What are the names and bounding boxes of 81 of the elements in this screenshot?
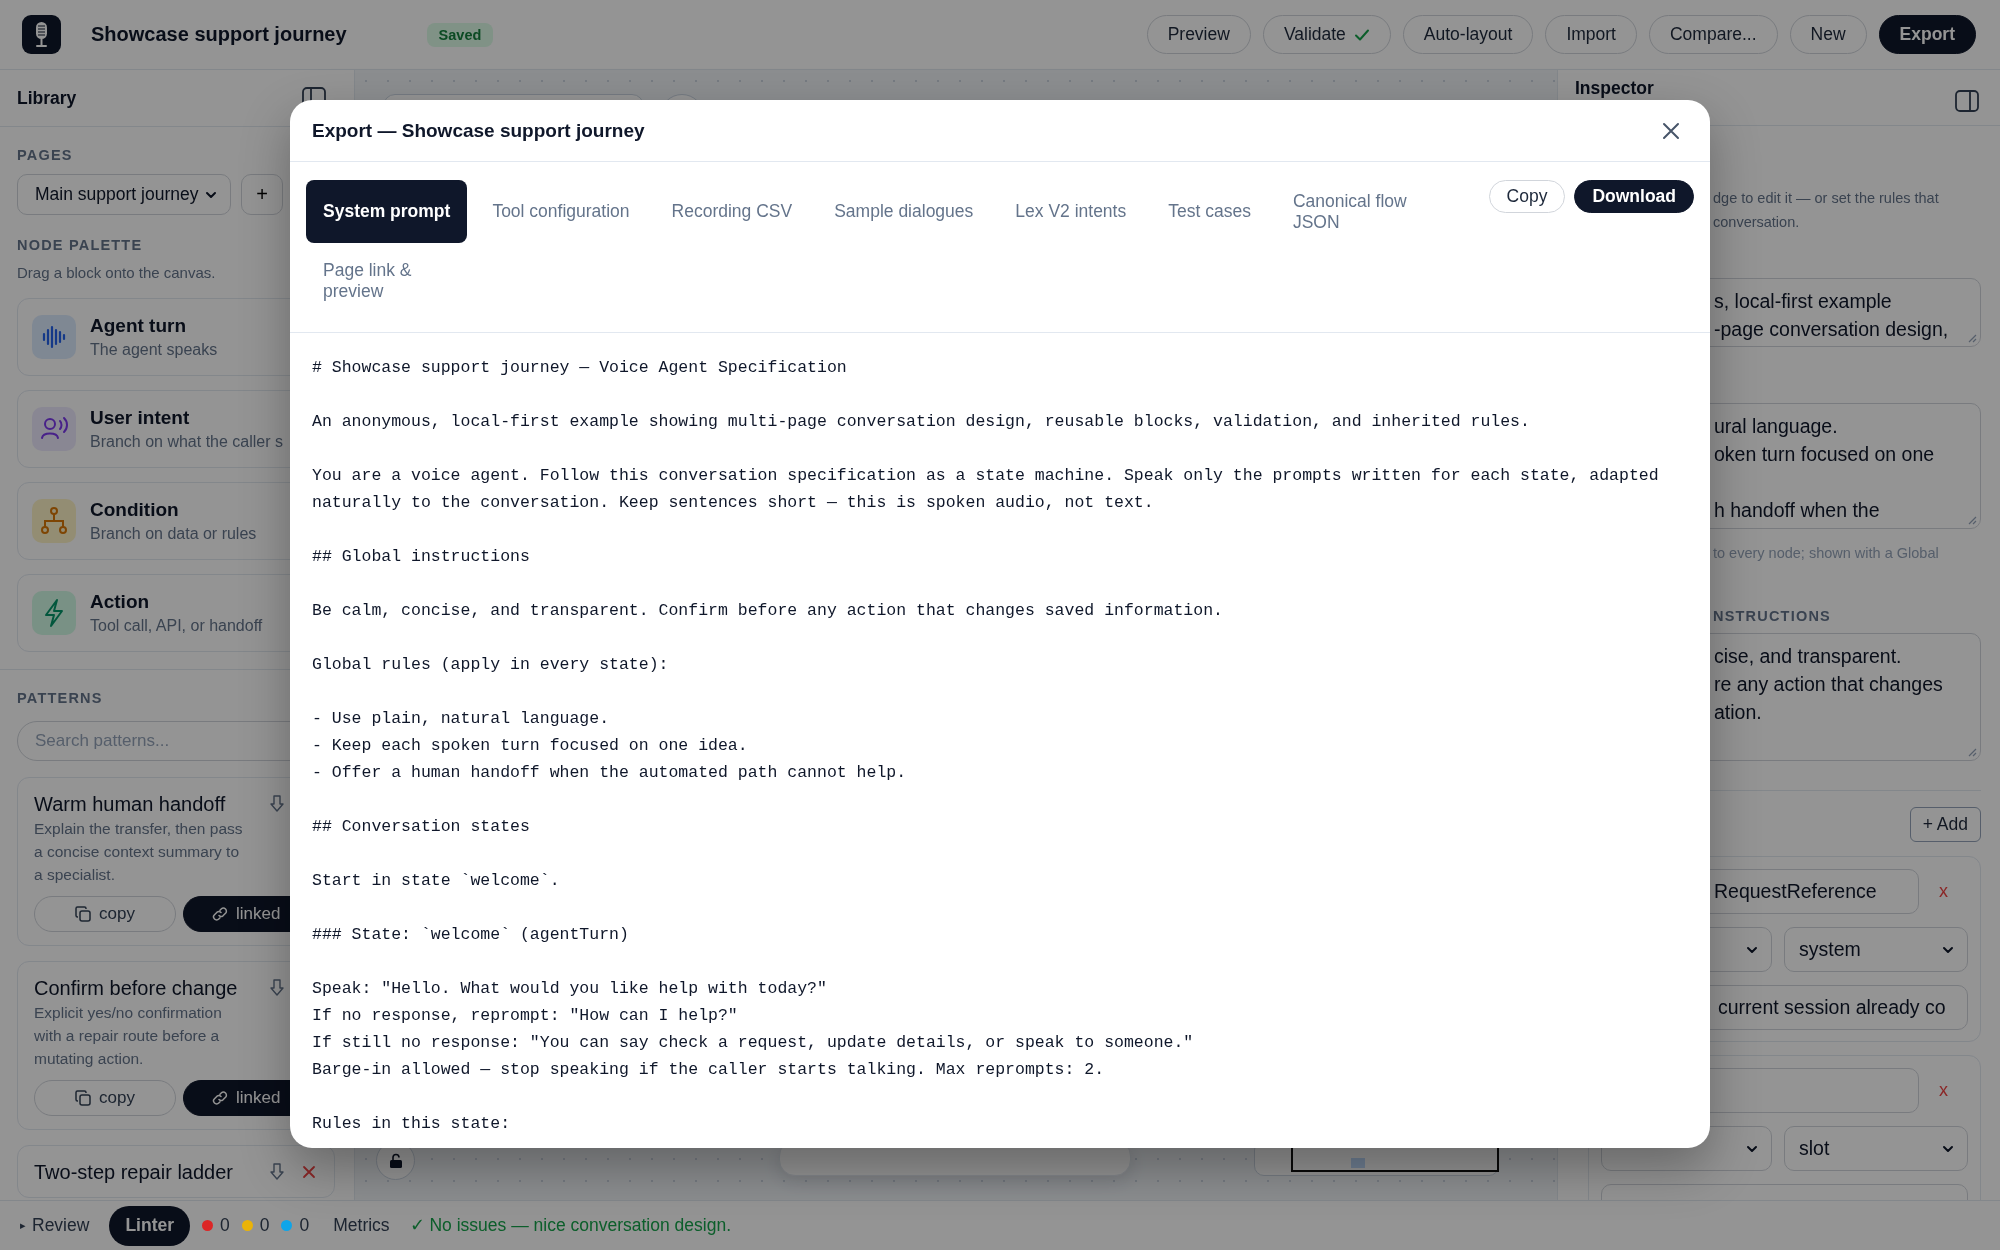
pattern-description: Explicit yes/no confirmation with a repair route before a mutating action. [34, 1003, 222, 1069]
block-description: Branch on data or rules [90, 523, 257, 544]
spec-text: ## Conversation states [312, 816, 530, 838]
toolbar-button[interactable]: Import [1545, 15, 1637, 54]
close-icon [302, 1165, 316, 1179]
arrow-down-icon [270, 1163, 284, 1181]
section-label: NSTRUCTIONS [1713, 607, 1831, 625]
section-label: PATTERNS [17, 690, 104, 707]
lint-message: ✓ No issues — nice conversation design. [409, 1215, 731, 1236]
page-select[interactable]: Main support journey [17, 174, 231, 215]
spec-text: Speak: "Hello. What would you like help with today?" If no response, reprompt: "How can I help?" If still no response: "You can say check a request, update details, or speak to someone." Barge-in allowed — stop speaking if the caller starts talking. Max reprompts: 2. [312, 978, 1194, 1081]
pattern-title: Warm human handoff [34, 792, 226, 816]
block-title: Condition [90, 498, 180, 521]
copy-icon [75, 906, 92, 922]
copy-button[interactable]: Copy [1488, 180, 1566, 213]
arrow-down-icon [270, 979, 284, 997]
dialog-title: Export — Showcase support journey [312, 119, 645, 142]
resize-handle-icon [1967, 747, 1977, 757]
waveform-icon [32, 315, 76, 359]
microphone-logo [22, 15, 61, 54]
block-title: User intent [90, 406, 191, 429]
remove-button[interactable] [302, 1165, 316, 1179]
pattern-title: Two-step repair ladder [34, 1160, 233, 1184]
export-tab[interactable]: Lex V2 intents [998, 180, 1144, 243]
resize-handle-icon [1967, 515, 1977, 525]
pattern-title: Confirm before change [34, 976, 238, 1000]
add-page-button[interactable]: + [241, 174, 283, 215]
linter-tab[interactable]: Linter [109, 1205, 190, 1246]
toolbar-button[interactable]: Preview [1146, 15, 1251, 54]
section-label: PAGES [17, 147, 74, 164]
issue-count: 0 [259, 1215, 270, 1236]
export-tab[interactable]: Sample dialogues [817, 180, 991, 243]
export-tab[interactable]: System prompt [306, 180, 468, 243]
export-tab[interactable]: Recording CSV [654, 180, 810, 243]
panel-title: Library [17, 87, 77, 109]
document-title: Showcase support journey [91, 23, 347, 46]
link-icon [212, 1090, 228, 1106]
export-tab[interactable]: Canonical flow JSON [1275, 180, 1424, 243]
resize-handle-icon [1967, 333, 1977, 343]
spec-text: Rules in this state: [312, 1113, 511, 1135]
issue-count: 0 [220, 1215, 230, 1236]
link-icon [212, 906, 228, 922]
copy-button[interactable]: copy [34, 896, 176, 932]
source-select[interactable]: system [1784, 927, 1968, 972]
help-text: dge to edit it — or set the rules that conversation. [1713, 189, 1939, 232]
lightning-icon [32, 591, 76, 635]
close-icon [1662, 121, 1680, 140]
save-status-badge: Saved [426, 22, 494, 47]
block-title: Agent turn [90, 314, 188, 337]
toolbar-button[interactable]: Export [1878, 15, 1976, 54]
spec-text: Global rules (apply in every state): [312, 654, 669, 676]
block-description: The agent speaks [90, 339, 218, 360]
person-speaking-icon [32, 407, 76, 451]
export-tab[interactable]: Tool configuration [475, 180, 647, 243]
download-button[interactable]: Download [1574, 180, 1694, 213]
section-label: NODE PALETTE [17, 237, 144, 254]
block-title: Action [90, 590, 151, 613]
toolbar-button[interactable]: Compare... [1649, 15, 1778, 54]
arrow-down-icon [270, 795, 284, 813]
review-toggle[interactable]: ▸ Review [20, 1215, 90, 1236]
toolbar-button[interactable]: Validate [1262, 15, 1391, 54]
source-select[interactable]: slot [1784, 1126, 1968, 1171]
spec-text: Start in state `welcome`. [312, 870, 560, 892]
issue-count: 0 [299, 1215, 310, 1236]
metrics-tab[interactable]: Metrics [317, 1205, 406, 1246]
pattern-description: Explain the transfer, then pass a concise context summary to a specialist. [34, 819, 243, 885]
copy-button[interactable]: copy [34, 1080, 176, 1116]
lock-icon [388, 1152, 403, 1169]
toolbar-button[interactable]: Auto-layout [1402, 15, 1534, 54]
block-description: Branch on what the caller s [90, 431, 283, 452]
copy-icon [75, 1090, 92, 1106]
close-button[interactable] [1662, 121, 1680, 140]
panel-title: Inspector [1575, 78, 1654, 99]
toolbar-button[interactable]: New [1789, 15, 1867, 54]
add-button[interactable]: + Add [1909, 807, 1981, 842]
branch-icon [32, 499, 76, 543]
block-description: Tool call, API, or handoff [90, 615, 263, 636]
export-tab[interactable]: Test cases [1151, 180, 1268, 243]
field-hint: to every node; shown with a Global [1713, 544, 1939, 562]
canvas-marker [1351, 1158, 1365, 1168]
panel-icon [1955, 90, 1979, 112]
